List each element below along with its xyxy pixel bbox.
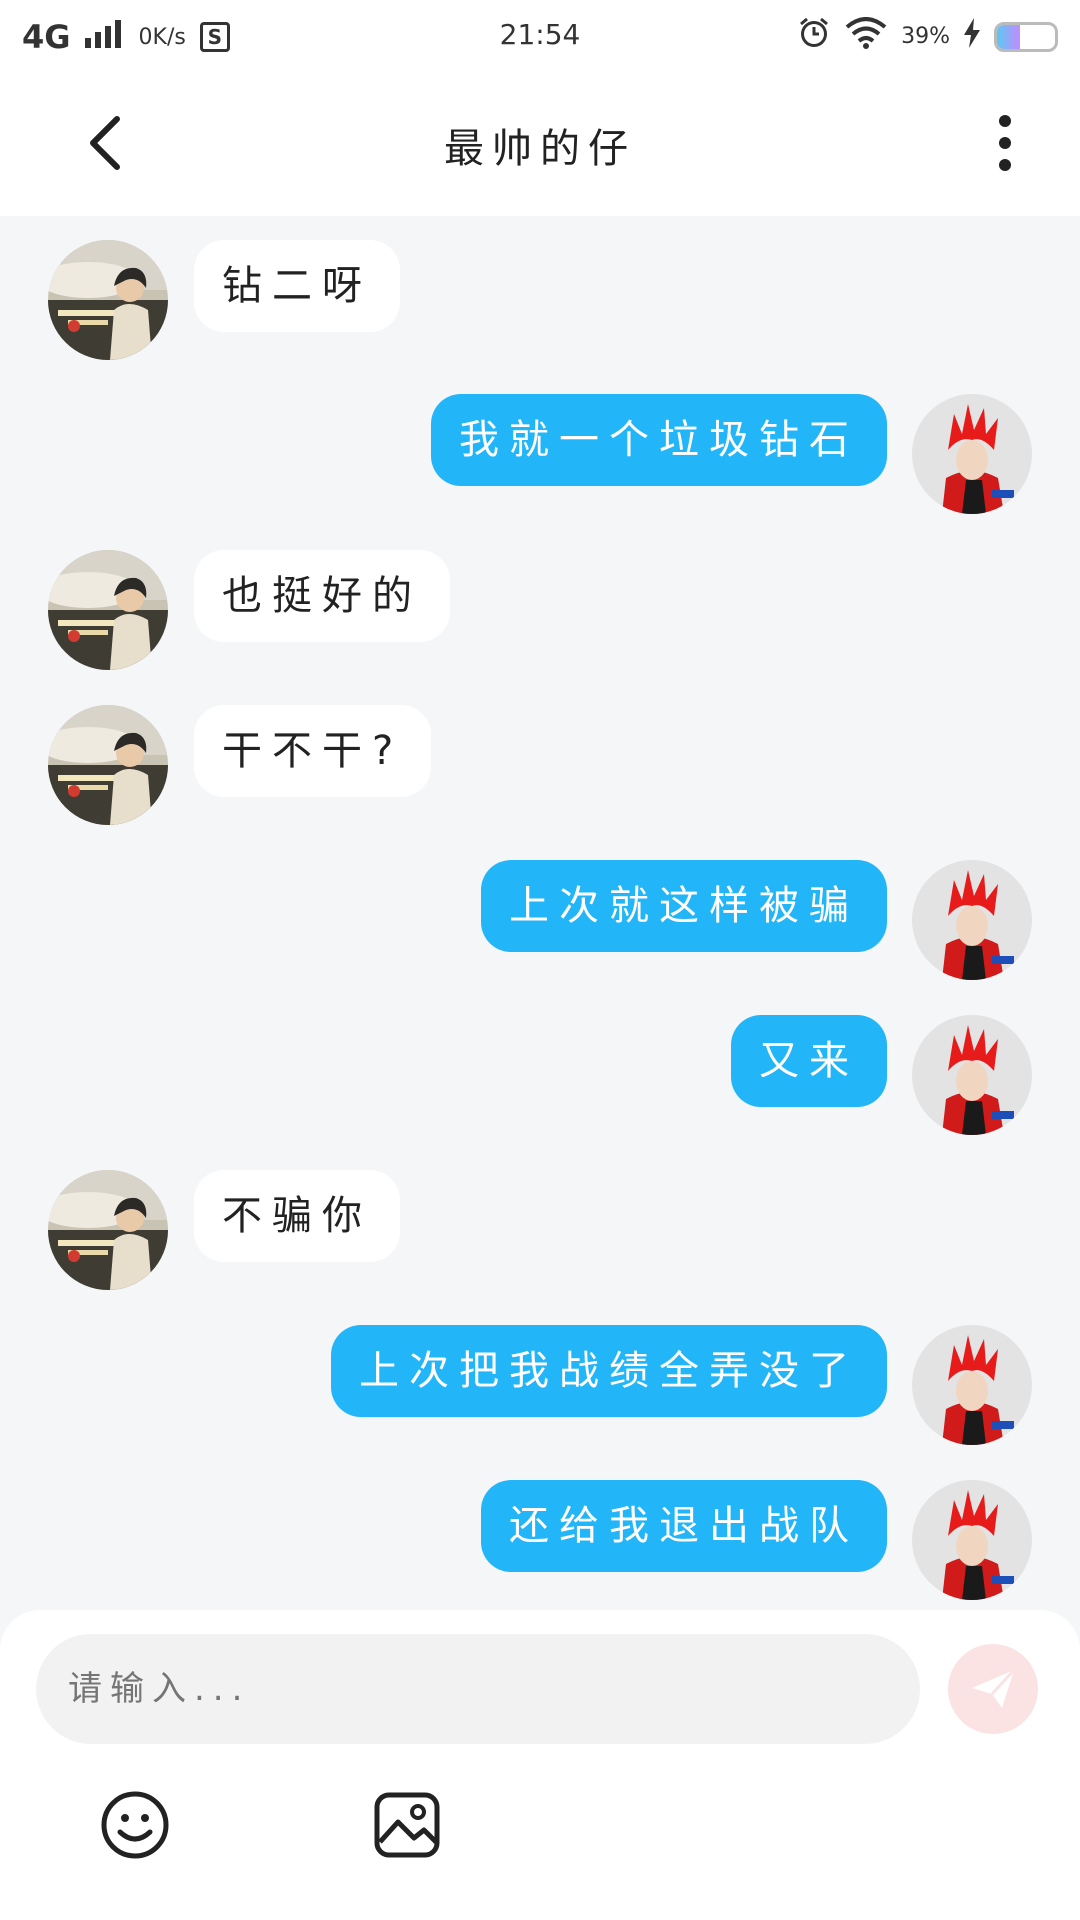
contact-avatar[interactable] bbox=[48, 240, 168, 360]
message-row: 我就一个垃圾钻石 bbox=[0, 394, 1080, 514]
message-bubble[interactable]: 钻二呀 bbox=[194, 240, 400, 332]
my-avatar[interactable] bbox=[912, 1325, 1032, 1445]
image-button[interactable] bbox=[372, 1790, 442, 1860]
message-row: 干不干? bbox=[0, 705, 1080, 825]
battery-fill bbox=[997, 24, 1020, 49]
message-row: 钻二呀 bbox=[0, 240, 1080, 360]
message-bubble[interactable]: 干不干? bbox=[194, 705, 432, 797]
image-icon bbox=[374, 1792, 440, 1858]
message-bubble[interactable]: 又来 bbox=[731, 1015, 887, 1107]
message-bubble[interactable]: 上次就这样被骗 bbox=[481, 860, 887, 952]
smiley-icon bbox=[101, 1791, 169, 1859]
message-input[interactable] bbox=[36, 1634, 920, 1744]
message-bubble[interactable]: 我就一个垃圾钻石 bbox=[431, 394, 887, 486]
wifi-icon bbox=[845, 17, 887, 56]
page-title: 最帅的仔 bbox=[444, 126, 636, 172]
contact-avatar[interactable] bbox=[48, 705, 168, 825]
send-button[interactable] bbox=[948, 1644, 1038, 1734]
message-row: 又来 bbox=[0, 1015, 1080, 1135]
my-avatar[interactable] bbox=[912, 394, 1032, 514]
chat-message-list[interactable]: 钻二呀 我就一个垃圾钻石 也挺好的 干不干? 上次就这样被骗 又来 不骗你 上次… bbox=[0, 216, 1080, 1610]
status-bar: 4G 0K/s S 21:54 39% bbox=[0, 0, 1080, 70]
message-bubble[interactable]: 还给我退出战队 bbox=[481, 1480, 887, 1572]
message-row: 还给我退出战队 bbox=[0, 1480, 1080, 1600]
status-right: 39% bbox=[797, 16, 1058, 57]
message-bubble[interactable]: 不骗你 bbox=[194, 1170, 400, 1262]
message-row: 上次把我战绩全弄没了 bbox=[0, 1325, 1080, 1445]
contact-avatar[interactable] bbox=[48, 550, 168, 670]
message-bubble[interactable]: 也挺好的 bbox=[194, 550, 450, 642]
more-options-button[interactable] bbox=[970, 108, 1040, 178]
message-composer bbox=[0, 1610, 1080, 1920]
contact-avatar[interactable] bbox=[48, 1170, 168, 1290]
my-avatar[interactable] bbox=[912, 1015, 1032, 1135]
alarm-icon bbox=[797, 16, 831, 57]
my-avatar[interactable] bbox=[912, 1480, 1032, 1600]
more-vertical-icon bbox=[999, 115, 1011, 171]
emoji-button[interactable] bbox=[100, 1790, 170, 1860]
message-row: 不骗你 bbox=[0, 1170, 1080, 1290]
my-avatar[interactable] bbox=[912, 860, 1032, 980]
message-bubble[interactable]: 上次把我战绩全弄没了 bbox=[331, 1325, 887, 1417]
charging-icon bbox=[964, 18, 980, 55]
chat-header: 最帅的仔 bbox=[0, 70, 1080, 216]
battery-percent: 39% bbox=[901, 24, 950, 49]
send-icon bbox=[972, 1668, 1016, 1708]
message-row: 上次就这样被骗 bbox=[0, 860, 1080, 980]
battery-icon bbox=[994, 21, 1058, 52]
message-row: 也挺好的 bbox=[0, 550, 1080, 670]
